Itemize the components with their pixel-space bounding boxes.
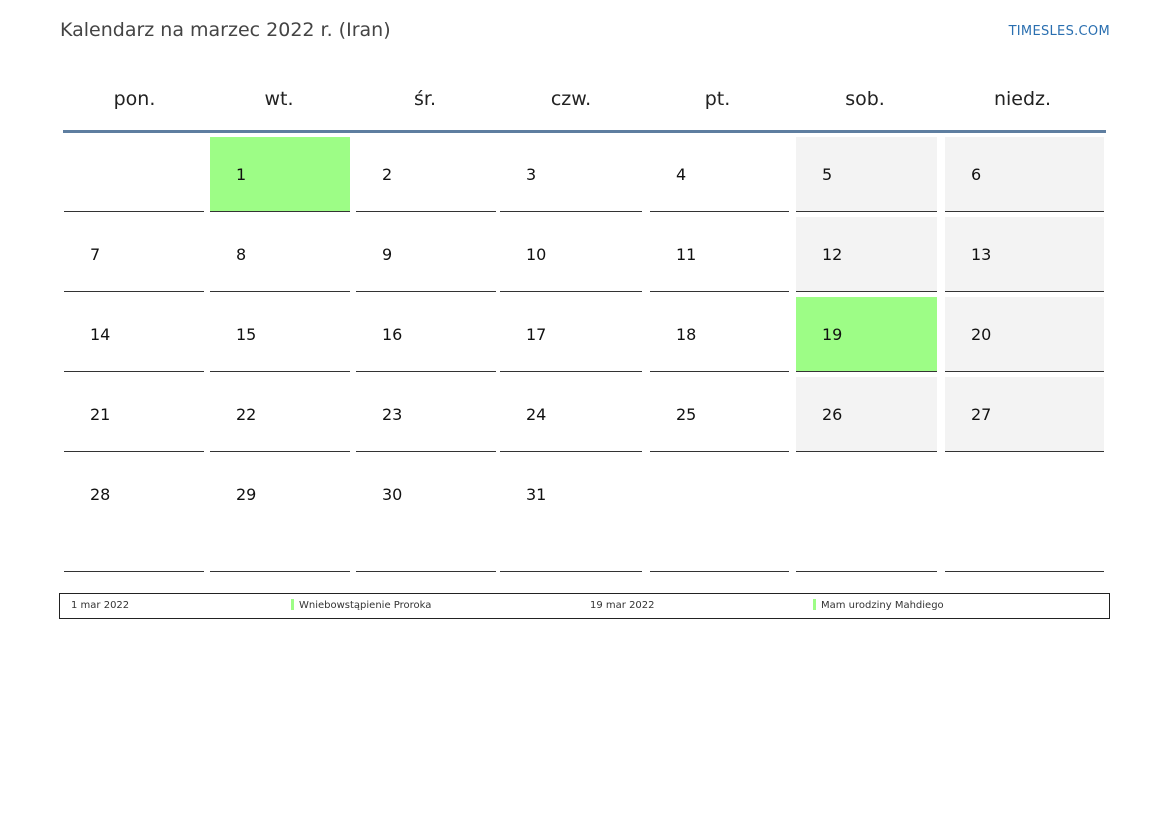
day-number: 21	[90, 405, 111, 424]
weekday-label: sob.	[845, 88, 885, 110]
day-cell[interactable]: 6	[945, 137, 1104, 212]
day-cell[interactable]: 5	[796, 137, 937, 212]
day-number: 20	[971, 325, 992, 344]
header-divider	[63, 130, 1106, 133]
day-number: 31	[526, 485, 547, 504]
day-cell[interactable]: 10	[500, 217, 642, 292]
day-cell[interactable]: 22	[210, 377, 350, 452]
day-number: 5	[822, 165, 833, 184]
day-number: 4	[676, 165, 687, 184]
legend-color-marker	[813, 599, 816, 610]
day-number: 25	[676, 405, 697, 424]
day-number: 12	[822, 245, 843, 264]
empty-day-cell	[945, 457, 1104, 572]
day-number: 13	[971, 245, 992, 264]
day-number: 7	[90, 245, 101, 264]
day-number: 6	[971, 165, 982, 184]
day-number: 8	[236, 245, 247, 264]
day-cell[interactable]: 15	[210, 297, 350, 372]
day-cell[interactable]: 27	[945, 377, 1104, 452]
day-number: 9	[382, 245, 393, 264]
day-number: 30	[382, 485, 403, 504]
day-cell[interactable]: 2	[356, 137, 496, 212]
empty-day-cell	[650, 457, 789, 572]
day-cell[interactable]: 4	[650, 137, 789, 212]
day-cell[interactable]: 24	[500, 377, 642, 452]
day-cell[interactable]: 9	[356, 217, 496, 292]
week-row: 14 15 16 17 18 19 20	[63, 297, 1106, 377]
calendar: pon. wt. śr. czw. pt. sob. niedz. 123456…	[63, 80, 1106, 577]
day-cell[interactable]: 28	[64, 457, 204, 572]
day-number: 26	[822, 405, 843, 424]
brand-link[interactable]: TIMESLES.COM	[1009, 24, 1110, 39]
week-row: 28 29 30 31	[63, 457, 1106, 577]
day-cell[interactable]: 20	[945, 297, 1104, 372]
day-cell[interactable]: 11	[650, 217, 789, 292]
day-number: 17	[526, 325, 547, 344]
day-cell[interactable]: 21	[64, 377, 204, 452]
day-number: 22	[236, 405, 257, 424]
weekday-header: pon. wt. śr. czw. pt. sob. niedz.	[63, 80, 1106, 118]
page-title: Kalendarz na marzec 2022 r. (Iran)	[60, 19, 391, 41]
legend-date: 1 mar 2022	[71, 600, 130, 611]
day-cell[interactable]: 8	[210, 217, 350, 292]
day-cell[interactable]: 17	[500, 297, 642, 372]
day-cell[interactable]: 25	[650, 377, 789, 452]
weekday-label: pon.	[113, 88, 156, 110]
day-number: 29	[236, 485, 257, 504]
legend-color-marker	[291, 599, 294, 610]
day-number: 16	[382, 325, 403, 344]
day-number: 10	[526, 245, 547, 264]
day-number: 14	[90, 325, 111, 344]
day-cell[interactable]: 23	[356, 377, 496, 452]
holiday-legend: 1 mar 2022 Wniebowstąpienie Proroka 19 m…	[59, 593, 1110, 619]
day-cell[interactable]: 13	[945, 217, 1104, 292]
calendar-grid: 1 2 3 4 5 6 7 8 9 10 11 12 13 14 15 16 17 18 19 20 21 22 23 24 2…	[63, 137, 1106, 577]
day-number: 19	[822, 325, 843, 344]
day-number: 18	[676, 325, 697, 344]
weekday-label: czw.	[550, 88, 592, 110]
legend-holiday-name: Wniebowstąpienie Proroka	[299, 600, 432, 611]
week-row: 1 2 3 4 5 6	[63, 137, 1106, 217]
day-number: 15	[236, 325, 257, 344]
day-number: 1	[236, 165, 247, 184]
day-cell[interactable]: 7	[64, 217, 204, 292]
day-cell[interactable]: 12	[796, 217, 937, 292]
day-number: 23	[382, 405, 403, 424]
day-cell[interactable]: 3	[500, 137, 642, 212]
empty-day-cell	[796, 457, 937, 572]
day-number: 24	[526, 405, 547, 424]
day-cell[interactable]: 30	[356, 457, 496, 572]
legend-holiday-name: Mam urodziny Mahdiego	[821, 600, 944, 611]
day-cell[interactable]: 1	[210, 137, 350, 212]
day-cell[interactable]: 18	[650, 297, 789, 372]
legend-date: 19 mar 2022	[590, 600, 655, 611]
day-number: 28	[90, 485, 111, 504]
empty-day-cell	[64, 137, 204, 212]
day-number: 2	[382, 165, 393, 184]
day-cell[interactable]: 14	[64, 297, 204, 372]
week-row: 7 8 9 10 11 12 13	[63, 217, 1106, 297]
weekday-label: śr.	[413, 88, 436, 110]
day-cell[interactable]: 19	[796, 297, 937, 372]
day-number: 27	[971, 405, 992, 424]
weekday-label: pt.	[704, 88, 731, 110]
day-number: 11	[676, 245, 697, 264]
day-cell[interactable]: 31	[500, 457, 642, 572]
weekday-label: wt.	[264, 88, 294, 110]
day-number: 3	[526, 165, 537, 184]
day-cell[interactable]: 29	[210, 457, 350, 572]
week-row: 21 22 23 24 25 26 27	[63, 377, 1106, 457]
weekday-label: niedz.	[993, 88, 1052, 110]
day-cell[interactable]: 26	[796, 377, 937, 452]
day-cell[interactable]: 16	[356, 297, 496, 372]
